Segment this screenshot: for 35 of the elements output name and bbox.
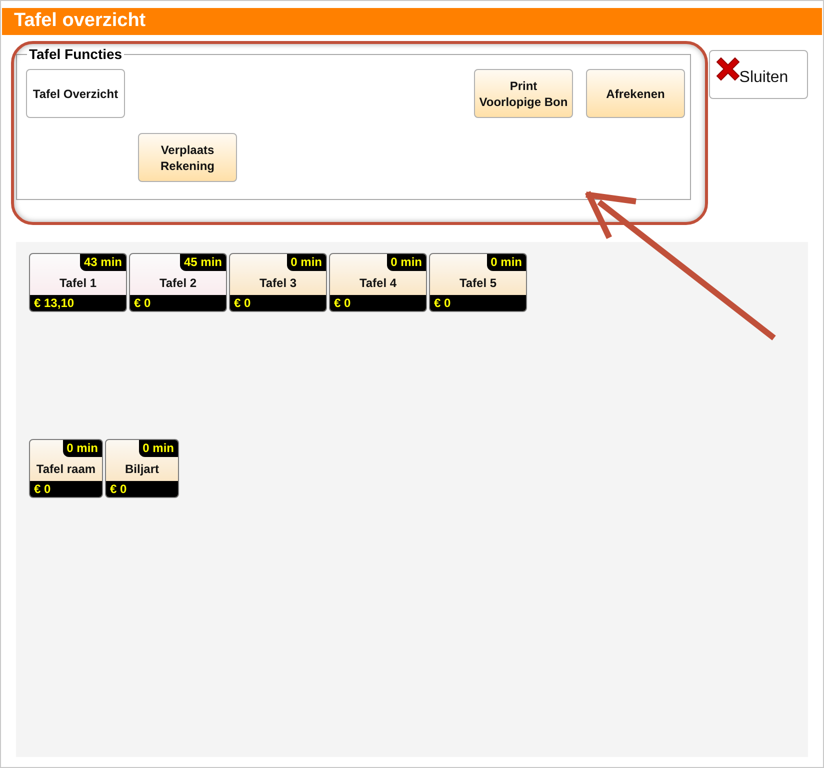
close-button[interactable]: Sluiten — [709, 50, 808, 99]
table-name: Biljart — [124, 463, 159, 475]
function-button[interactable]: Afrekenen — [586, 69, 685, 118]
table-name: Tafel 2 — [159, 277, 197, 289]
amount-bar: € 0 — [330, 295, 426, 311]
table-tile[interactable]: 0 min Biljart € 0 — [105, 439, 179, 498]
table-name: Tafel 4 — [359, 277, 397, 289]
table-name: Tafel 3 — [259, 277, 297, 289]
window-title: Tafel overzicht — [14, 9, 146, 34]
time-badge: 0 min — [286, 254, 326, 271]
function-button[interactable]: Tafel Overzicht — [26, 69, 125, 118]
table-tile[interactable]: 0 min Tafel 3 € 0 — [229, 253, 327, 312]
amount-bar: € 13,10 — [30, 295, 126, 311]
table-tile[interactable]: 0 min Tafel 5 € 0 — [429, 253, 527, 312]
time-badge: 45 min — [180, 254, 226, 271]
table-name: Tafel 5 — [459, 277, 497, 289]
table-name: Tafel raam — [36, 463, 96, 475]
amount-bar: € 0 — [106, 481, 178, 497]
table-tile[interactable]: 0 min Tafel 4 € 0 — [329, 253, 427, 312]
function-button[interactable]: Verplaats Rekening — [138, 133, 237, 182]
table-tile[interactable]: 45 min Tafel 2 € 0 — [129, 253, 227, 312]
amount-bar: € 0 — [230, 295, 326, 311]
table-tile[interactable]: 43 min Tafel 1 € 13,10 — [29, 253, 127, 312]
time-badge: 0 min — [486, 254, 526, 271]
amount-bar: € 0 — [30, 481, 102, 497]
panel-legend: Tafel Functies — [27, 49, 124, 59]
time-badge: 0 min — [386, 254, 426, 271]
table-tile[interactable]: 0 min Tafel raam € 0 — [29, 439, 103, 498]
amount-bar: € 0 — [130, 295, 226, 311]
time-badge: 0 min — [138, 440, 178, 457]
table-name: Tafel 1 — [59, 277, 97, 289]
time-badge: 0 min — [62, 440, 102, 457]
time-badge: 43 min — [80, 254, 126, 271]
function-button[interactable]: Print Voorlopige Bon — [474, 69, 573, 118]
amount-bar: € 0 — [430, 295, 526, 311]
